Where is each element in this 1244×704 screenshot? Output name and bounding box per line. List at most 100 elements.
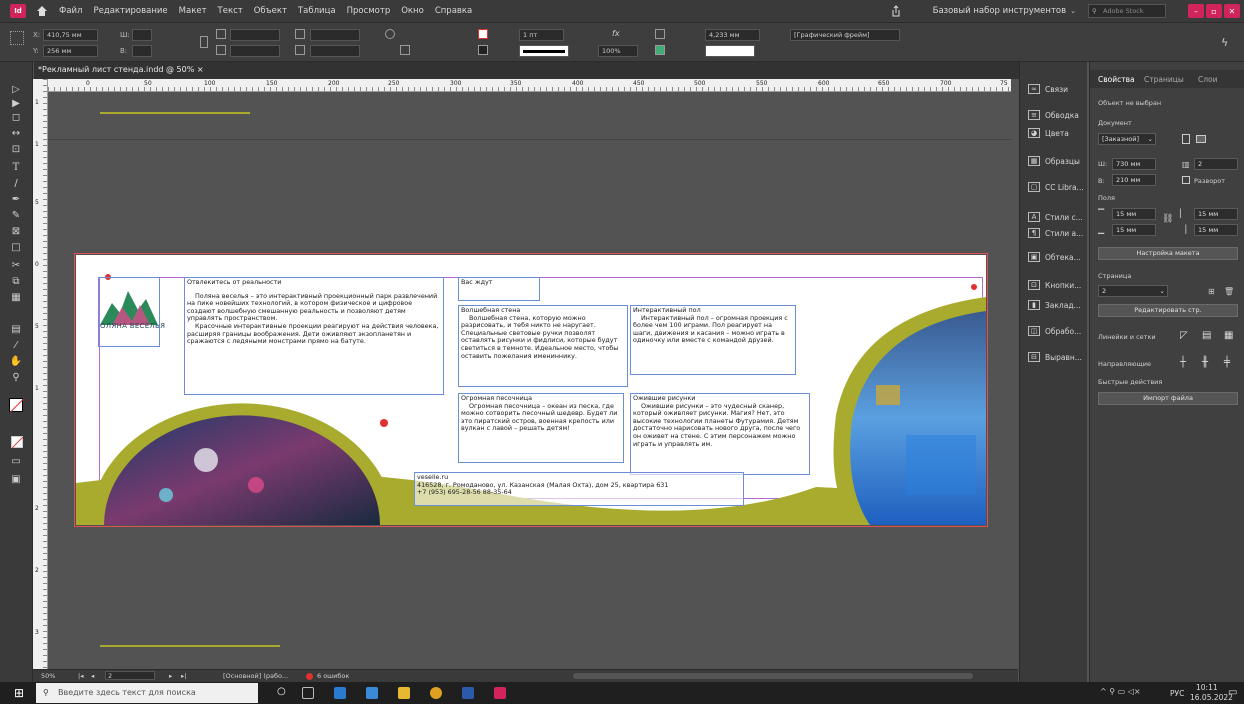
word-icon[interactable] bbox=[462, 687, 474, 699]
view-mode-icon[interactable]: ▭ bbox=[9, 456, 23, 467]
panel-align[interactable]: ⊟ Выравн... bbox=[1028, 348, 1082, 366]
align-icon[interactable] bbox=[655, 45, 665, 55]
page-select[interactable]: 2 ⌄ bbox=[1098, 285, 1168, 297]
horizontal-ruler[interactable]: 0 50 100 150 200 250 300 350 400 450 500… bbox=[48, 79, 1011, 92]
rotation-field[interactable] bbox=[310, 29, 360, 41]
indesign-taskbar-icon[interactable] bbox=[494, 687, 506, 699]
panel-swatches[interactable]: ▦ Образцы bbox=[1028, 152, 1080, 170]
menu-view[interactable]: Просмотр bbox=[347, 6, 391, 16]
margin-bottom-field[interactable]: 15 мм bbox=[1112, 224, 1156, 236]
stroke-swatch-icon[interactable] bbox=[478, 45, 488, 55]
shear-field[interactable] bbox=[310, 45, 360, 57]
menu-table[interactable]: Таблица bbox=[298, 6, 336, 16]
stock-search-input[interactable]: ⚲ Adobe Stock bbox=[1088, 4, 1166, 18]
document-tab[interactable]: *Рекламный лист стенда.indd @ 50% × bbox=[38, 65, 204, 74]
menu-object[interactable]: Объект bbox=[254, 6, 287, 16]
task-view-icon[interactable]: ○ bbox=[277, 686, 286, 697]
scale-x-field[interactable] bbox=[230, 29, 280, 41]
frame-type-select[interactable]: [Графический фрейм] bbox=[790, 29, 900, 41]
chevron-down-icon[interactable]: ⌄ bbox=[1070, 7, 1076, 15]
panel-pathfinder[interactable]: ◫ Обрабо... bbox=[1028, 322, 1081, 340]
link-margins-icon[interactable]: ⛓ bbox=[1162, 214, 1173, 224]
taskbar-search-input[interactable]: ⚲ Введите здесь текст для поиска bbox=[36, 683, 258, 703]
x-position-field[interactable]: 410,75 мм bbox=[43, 29, 98, 41]
multitask-icon[interactable] bbox=[302, 687, 314, 699]
waiting-text-frame[interactable]: Вас ждут bbox=[458, 277, 540, 301]
floor-text-frame[interactable]: Интерактивный пол Интерактивный пол – ог… bbox=[630, 305, 796, 375]
panel-bookmarks[interactable]: ▮ Заклад... bbox=[1028, 296, 1081, 314]
fill-stroke-swatch-icon[interactable] bbox=[9, 398, 24, 413]
scale-x-icon[interactable] bbox=[216, 29, 226, 39]
next-page-icon[interactable]: ▸ bbox=[169, 672, 172, 680]
menu-edit[interactable]: Редактирование bbox=[93, 6, 167, 16]
menu-type[interactable]: Текст bbox=[218, 6, 243, 16]
scale-y-field[interactable] bbox=[230, 45, 280, 57]
minimize-button[interactable]: – bbox=[1188, 4, 1204, 18]
document-spread[interactable]: ОЛЯНА ВЕСЕЛЬЯ Отвлекитесь от реальности … bbox=[74, 253, 988, 527]
menu-window[interactable]: Окно bbox=[401, 6, 424, 16]
language-indicator[interactable]: РУС bbox=[1170, 689, 1184, 698]
note-tool-icon[interactable]: ▤ bbox=[9, 324, 23, 335]
fill-swatch-icon[interactable] bbox=[478, 29, 488, 39]
flip-horizontal-icon[interactable] bbox=[400, 45, 410, 55]
import-file-button[interactable]: Импорт файла bbox=[1098, 392, 1238, 405]
hand-tool-icon[interactable]: ✋ bbox=[9, 356, 23, 367]
width-field[interactable] bbox=[132, 29, 152, 41]
panel-paragraph-styles[interactable]: ¶ Стили а... bbox=[1028, 224, 1083, 242]
preflight-profile[interactable]: [Основной] (рабо... bbox=[223, 672, 288, 680]
sand-text-frame[interactable]: Огромная песочница Огромная песочница – … bbox=[458, 393, 624, 463]
y-position-field[interactable]: 256 мм bbox=[43, 45, 98, 57]
notification-icon[interactable]: ▭ bbox=[1228, 687, 1237, 698]
wall-text-frame[interactable]: Волшебная стена Волшебная стена, которую… bbox=[458, 305, 628, 387]
margin-outside-field[interactable]: 15 мм bbox=[1194, 224, 1238, 236]
text-wrap-icon[interactable] bbox=[655, 29, 665, 39]
zoom-level[interactable]: 50% bbox=[41, 672, 55, 680]
preflight-errors[interactable]: 6 ошибок bbox=[317, 672, 349, 680]
add-page-icon[interactable]: ⊞ bbox=[1208, 287, 1215, 296]
apply-none-icon[interactable] bbox=[11, 436, 24, 449]
close-tab-icon[interactable]: × bbox=[197, 65, 204, 74]
panel-stroke[interactable]: ≡ Обводка bbox=[1028, 106, 1079, 124]
fx-icon[interactable]: fx bbox=[612, 29, 622, 39]
first-page-icon[interactable]: |◂ bbox=[78, 672, 83, 680]
last-page-icon[interactable]: ▸| bbox=[181, 672, 186, 680]
document-grid-icon[interactable]: ▦ bbox=[1224, 330, 1233, 341]
menu-layout[interactable]: Макет bbox=[179, 6, 207, 16]
adjust-layout-button[interactable]: Настройка макета bbox=[1098, 247, 1238, 260]
pencil-tool-icon[interactable]: ✎ bbox=[9, 210, 23, 221]
clock-time[interactable]: 10:11 bbox=[1196, 683, 1218, 692]
tab-properties[interactable]: Свойства bbox=[1098, 75, 1135, 84]
corner-shape-select[interactable] bbox=[705, 45, 755, 57]
panel-cc-libraries[interactable]: ▢ CC Libra... bbox=[1028, 178, 1084, 196]
tab-pages[interactable]: Страницы bbox=[1144, 75, 1184, 84]
home-icon[interactable] bbox=[36, 5, 48, 17]
line-tool-icon[interactable]: / bbox=[9, 178, 23, 189]
file-explorer-icon[interactable] bbox=[398, 687, 410, 699]
portrait-icon[interactable] bbox=[1182, 134, 1190, 144]
drawings-text-frame[interactable]: Ожившие рисунки Ожившие рисунки – это чу… bbox=[630, 393, 810, 475]
menu-help[interactable]: Справка bbox=[435, 6, 472, 16]
workspace-switcher[interactable]: Базовый набор инструментов bbox=[933, 6, 1067, 16]
lock-guides-icon[interactable]: ╫ bbox=[1202, 357, 1208, 368]
edit-page-button[interactable]: Редактировать стр. bbox=[1098, 304, 1238, 317]
selection-tool-icon[interactable]: ▷ bbox=[9, 84, 23, 95]
guides-toggle-icon[interactable]: ┼ bbox=[1180, 357, 1186, 368]
direct-selection-tool-icon[interactable]: ▶ bbox=[9, 98, 23, 109]
preset-select[interactable]: [Заказной] ⌄ bbox=[1098, 133, 1156, 145]
constrain-proportions-icon[interactable] bbox=[200, 36, 208, 48]
spread-checkbox[interactable] bbox=[1182, 176, 1190, 184]
panel-buttons[interactable]: ⊡ Кнопки... bbox=[1028, 276, 1081, 294]
pages-count-field[interactable]: 2 bbox=[1194, 158, 1238, 170]
doc-height-field[interactable]: 210 мм bbox=[1112, 174, 1156, 186]
tray-icons[interactable]: ^ ⚲ ▭ ◁× bbox=[1100, 687, 1141, 696]
zoom-tool-icon[interactable]: ⚲ bbox=[9, 372, 23, 383]
share-icon[interactable] bbox=[890, 5, 902, 17]
pen-tool-icon[interactable]: ✒ bbox=[9, 194, 23, 205]
store-icon[interactable] bbox=[334, 687, 346, 699]
smart-guides-icon[interactable]: ╪ bbox=[1224, 357, 1230, 368]
rectangle-tool-icon[interactable]: □ bbox=[9, 242, 23, 253]
panel-links[interactable]: ∞ Связи bbox=[1028, 80, 1068, 98]
height-field[interactable] bbox=[132, 45, 152, 57]
panel-color[interactable]: ◕ Цвета bbox=[1028, 124, 1069, 142]
prev-page-icon[interactable]: ◂ bbox=[91, 672, 94, 680]
